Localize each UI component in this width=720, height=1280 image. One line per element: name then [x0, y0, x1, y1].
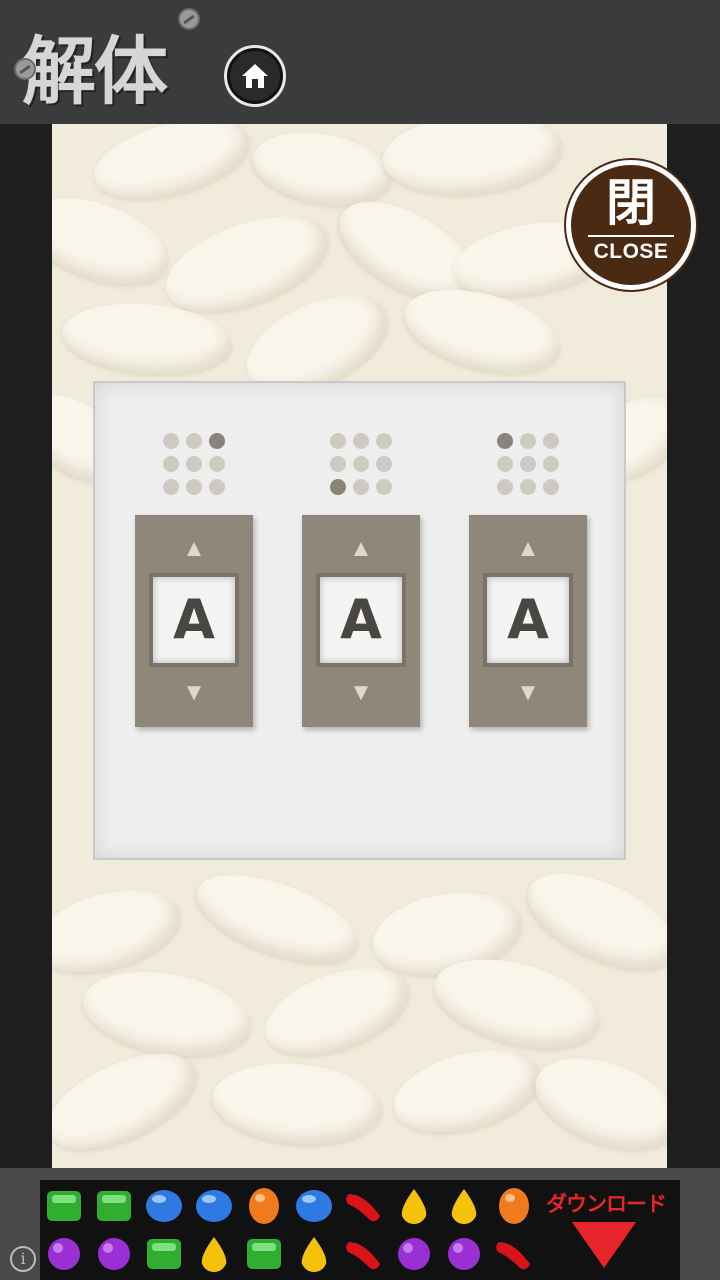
- dial-letter: A: [149, 573, 239, 667]
- green-candy-icon: [97, 1191, 131, 1221]
- close-divider: [588, 235, 674, 237]
- page-title: 解体: [22, 29, 168, 115]
- yellow-candy-icon: [451, 1189, 477, 1224]
- dial-letter: A: [316, 573, 406, 667]
- background-bean: [522, 1040, 667, 1168]
- blue-candy-icon: [146, 1190, 182, 1222]
- blue-candy-icon: [196, 1190, 232, 1222]
- dial-down-arrow-icon[interactable]: ▼: [135, 681, 253, 705]
- indicator-dot: [497, 456, 513, 472]
- indicator-dot: [186, 456, 202, 472]
- background-bean: [378, 124, 566, 202]
- background-bean: [76, 959, 258, 1069]
- indicator-dot: [520, 479, 536, 495]
- indicator-dot: [209, 456, 225, 472]
- indicator-dot: [543, 456, 559, 472]
- indicator-dot: [520, 456, 536, 472]
- background-bean: [185, 857, 369, 981]
- letter-dial: ▲ A ▼: [302, 515, 420, 727]
- letter-dial: ▲ A ▼: [469, 515, 587, 727]
- indicator-dot: [497, 479, 513, 495]
- letter-dial: ▲ A ▼: [135, 515, 253, 727]
- dial-up-arrow-icon[interactable]: ▲: [469, 537, 587, 561]
- indicator-dot: [330, 433, 346, 449]
- yellow-candy-icon: [201, 1237, 227, 1272]
- dot-indicator: [497, 433, 559, 495]
- dial-1: ▲ A ▼: [135, 433, 253, 727]
- background-bean: [384, 1035, 550, 1148]
- background-bean: [52, 180, 181, 303]
- dial-down-arrow-icon[interactable]: ▼: [302, 681, 420, 705]
- info-icon[interactable]: i: [10, 1246, 36, 1272]
- indicator-dot: [163, 456, 179, 472]
- lock-panel: ▲ A ▼ ▲ A ▼ ▲ A ▼: [93, 381, 626, 860]
- screw-icon: [178, 8, 200, 30]
- red-candy-icon: [496, 1242, 530, 1270]
- indicator-dot: [353, 433, 369, 449]
- blue-candy-icon: [296, 1190, 332, 1222]
- background-bean: [85, 124, 259, 214]
- home-icon: [242, 64, 268, 88]
- background-bean: [208, 1056, 386, 1152]
- ad-banner[interactable]: ダウンロード: [40, 1180, 680, 1280]
- download-label[interactable]: ダウンロード: [546, 1188, 667, 1218]
- indicator-dot: [376, 479, 392, 495]
- home-button[interactable]: [224, 45, 286, 107]
- indicator-dot-active: [209, 433, 225, 449]
- indicator-dot: [543, 433, 559, 449]
- yellow-candy-icon: [401, 1189, 427, 1224]
- dot-indicator: [163, 433, 225, 495]
- dot-indicator: [330, 433, 392, 495]
- close-label: CLOSE: [593, 240, 669, 263]
- purple-candy-icon: [398, 1238, 430, 1270]
- yellow-candy-icon: [301, 1237, 327, 1272]
- indicator-dot: [163, 479, 179, 495]
- background-bean: [52, 875, 190, 988]
- indicator-dot: [186, 479, 202, 495]
- indicator-dot: [520, 433, 536, 449]
- indicator-dot: [543, 479, 559, 495]
- game-screen: 解体 閉 CLOSE ▲ A ▼ ▲ A ▼ ▲ A ▼ i ダウンロード: [0, 0, 720, 1280]
- purple-candy-icon: [448, 1238, 480, 1270]
- dial-up-arrow-icon[interactable]: ▲: [135, 537, 253, 561]
- orange-candy-icon: [249, 1188, 279, 1224]
- purple-candy-icon: [48, 1238, 80, 1270]
- screw-icon: [14, 58, 36, 80]
- indicator-dot-active: [497, 433, 513, 449]
- indicator-dot: [353, 479, 369, 495]
- green-candy-icon: [47, 1191, 81, 1221]
- purple-candy-icon: [98, 1238, 130, 1270]
- indicator-dot: [353, 456, 369, 472]
- dial-up-arrow-icon[interactable]: ▲: [302, 537, 420, 561]
- download-arrow-icon[interactable]: [572, 1222, 636, 1268]
- red-candy-icon: [346, 1242, 380, 1270]
- close-kanji: 閉: [606, 174, 656, 232]
- green-candy-icon: [147, 1239, 181, 1269]
- red-candy-icon: [346, 1194, 380, 1222]
- orange-candy-icon: [499, 1188, 529, 1224]
- close-button[interactable]: 閉 CLOSE: [566, 160, 696, 290]
- indicator-dot: [186, 433, 202, 449]
- dial-2: ▲ A ▼: [302, 433, 420, 727]
- indicator-dot: [376, 456, 392, 472]
- indicator-dot: [330, 456, 346, 472]
- dial-3: ▲ A ▼: [469, 433, 587, 727]
- indicator-dot-active: [330, 479, 346, 495]
- app-header: 解体: [0, 0, 720, 124]
- dial-letter: A: [483, 573, 573, 667]
- dial-down-arrow-icon[interactable]: ▼: [469, 681, 587, 705]
- indicator-dot: [163, 433, 179, 449]
- green-candy-icon: [247, 1239, 281, 1269]
- indicator-dot: [376, 433, 392, 449]
- indicator-dot: [209, 479, 225, 495]
